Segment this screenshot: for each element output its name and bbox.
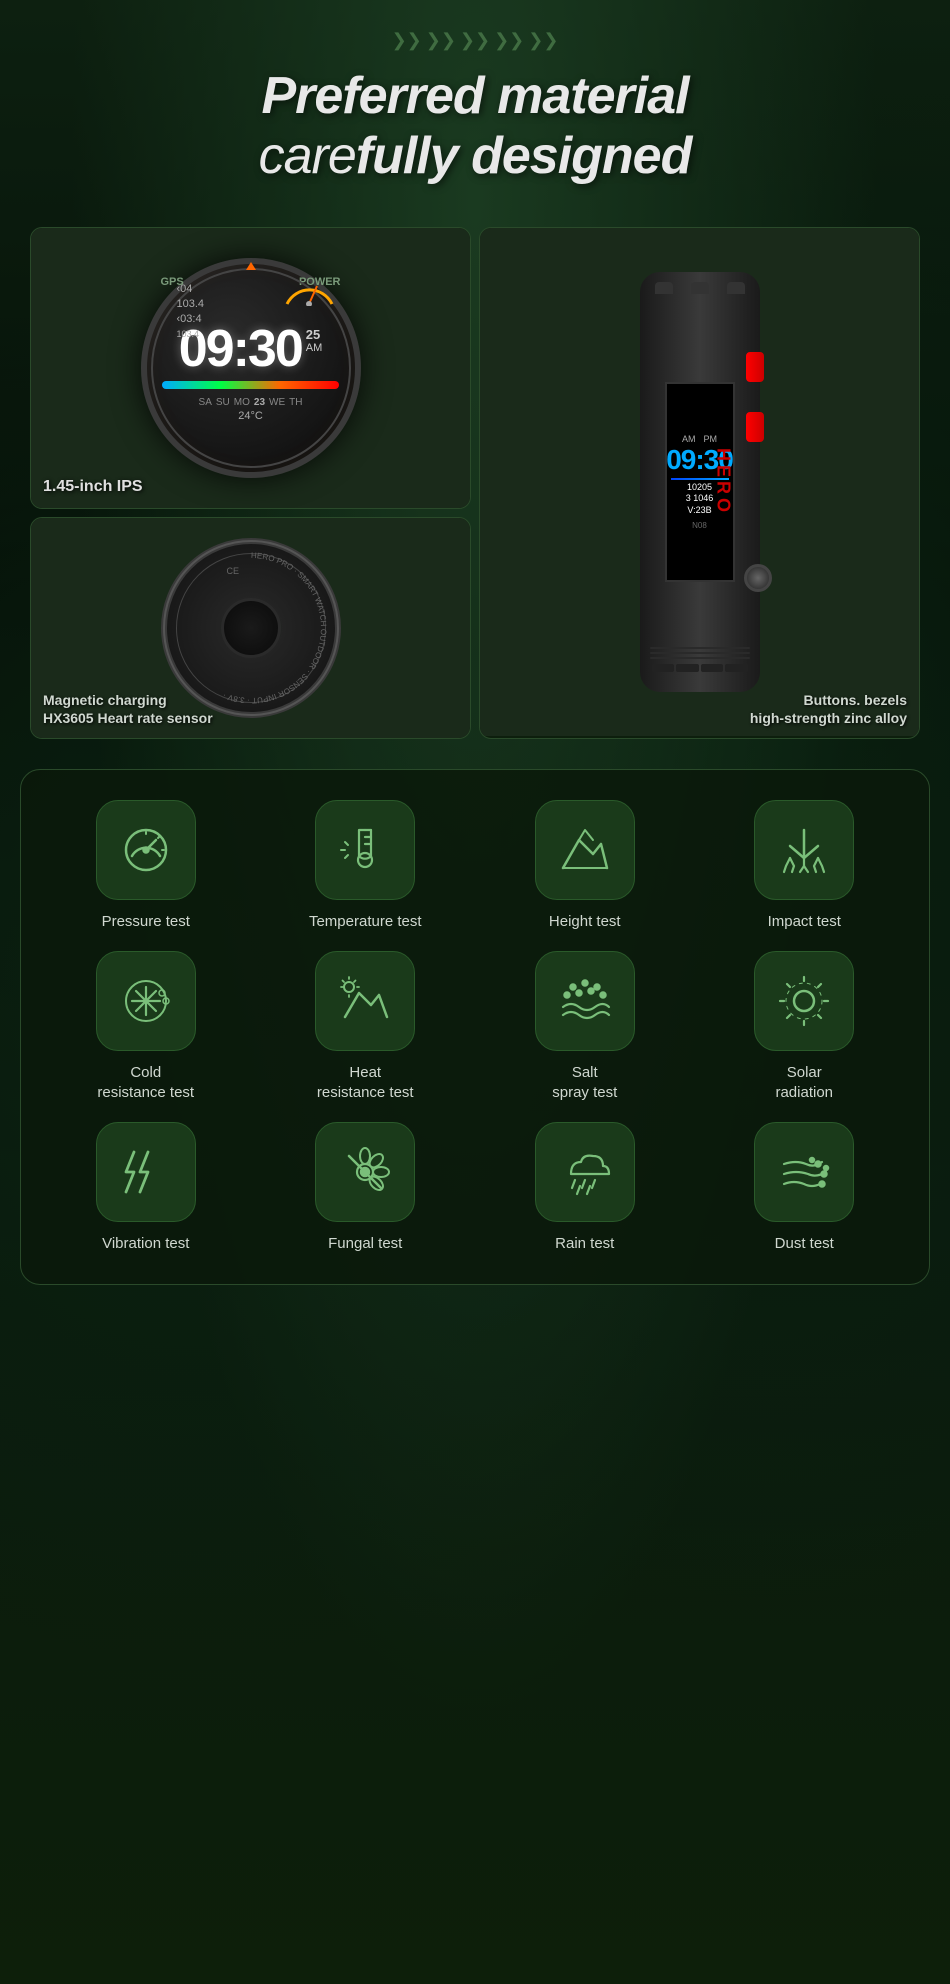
- test-item-fungal: Fungal test: [261, 1122, 471, 1254]
- fungal-icon: [337, 1144, 393, 1200]
- test-item-heat: Heatresistance test: [261, 951, 471, 1102]
- rain-icon: [557, 1144, 613, 1200]
- test-icon-impact: [754, 800, 854, 900]
- vibration-icon: [118, 1144, 174, 1200]
- test-item-solar: Solarradiation: [700, 951, 910, 1102]
- watch-card-back: HERO PRO · SMART WATCH OUTDOOR · SENSOR …: [30, 517, 471, 739]
- watch-front-label: 1.45-inch IPS: [43, 478, 143, 496]
- top-bumps: [655, 282, 745, 294]
- test-label-fungal: Fungal test: [328, 1234, 402, 1254]
- test-item-cold: Coldresistance test: [41, 951, 251, 1102]
- chevron-icon-5: ❯❯: [528, 30, 558, 51]
- speedometer-svg: [282, 276, 337, 306]
- watch-card-side: AMPM 09:30 10205 3 1046 V:23B N08: [479, 227, 920, 739]
- test-icon-pressure: [96, 800, 196, 900]
- chevron-icon-4: ❯❯: [494, 30, 524, 51]
- test-icon-temperature: [315, 800, 415, 900]
- test-label-salt: Saltspray test: [552, 1063, 617, 1102]
- title-care: care: [259, 127, 356, 185]
- dust-icon: [776, 1144, 832, 1200]
- watch-grid: GPS POWER ‹04 103.4 ‹03:4 103.4: [30, 227, 920, 739]
- chevrons-row: ❯❯ ❯❯ ❯❯ ❯❯ ❯❯: [20, 30, 930, 51]
- watch-numbers: ‹04 103.4 ‹03:4 103.4: [177, 282, 205, 341]
- test-icon-height: [535, 800, 635, 900]
- mountain-icon: [557, 822, 613, 878]
- test-item-vibration: Vibration test: [41, 1122, 251, 1254]
- sensor-lens: [221, 598, 281, 658]
- chevron-icon-3: ❯❯: [460, 30, 490, 51]
- title-line1: Preferred material: [20, 67, 930, 127]
- main-title: Preferred material carefully designed: [20, 67, 930, 187]
- test-item-dust: Dust test: [700, 1122, 910, 1254]
- impact-icon: [776, 822, 832, 878]
- test-item-height: Height test: [480, 800, 690, 932]
- test-icon-dust: [754, 1122, 854, 1222]
- test-icon-salt: [535, 951, 635, 1051]
- watch-side-image: AMPM 09:30 10205 3 1046 V:23B N08: [480, 228, 919, 736]
- hero-brand-text: HERO: [713, 448, 734, 516]
- test-icon-rain: [535, 1122, 635, 1222]
- test-label-impact: Impact test: [768, 912, 841, 932]
- header-section: ❯❯ ❯❯ ❯❯ ❯❯ ❯❯ Preferred material carefu…: [0, 0, 950, 207]
- test-label-pressure: Pressure test: [102, 912, 190, 932]
- salt-spray-icon: [557, 973, 613, 1029]
- heat-icon: [337, 973, 393, 1029]
- test-item-impact: Impact test: [700, 800, 910, 932]
- title-fully: fully designed: [356, 127, 692, 185]
- dial-knob: [744, 564, 772, 592]
- solar-icon: [776, 973, 832, 1029]
- hex-pattern: [652, 664, 748, 672]
- chevron-icon-1: ❯❯: [392, 30, 422, 51]
- test-label-temperature: Temperature test: [309, 912, 422, 932]
- watch-side-label: Buttons. bezels high-strength zinc alloy: [750, 691, 907, 727]
- test-label-heat: Heatresistance test: [317, 1063, 414, 1102]
- watch-front-image: GPS POWER ‹04 103.4 ‹03:4 103.4: [31, 228, 470, 508]
- tests-grid: Pressure test Temper: [41, 800, 909, 1254]
- test-label-vibration: Vibration test: [102, 1234, 189, 1254]
- test-item-salt: Saltspray test: [480, 951, 690, 1102]
- test-icon-solar: [754, 951, 854, 1051]
- cold-icon: [118, 973, 174, 1029]
- thermometer-icon: [337, 822, 393, 878]
- side-data: 10205 3 1046 V:23B: [686, 482, 714, 517]
- test-label-cold: Coldresistance test: [97, 1063, 194, 1102]
- watch-back-label: Magnetic charging HX3605 Heart rate sens…: [43, 691, 213, 727]
- test-item-temperature: Temperature test: [261, 800, 471, 932]
- watch-face-simulation: GPS POWER ‹04 103.4 ‹03:4 103.4: [141, 258, 361, 478]
- test-label-height: Height test: [549, 912, 621, 932]
- watch-side-simulation: AMPM 09:30 10205 3 1046 V:23B N08: [640, 272, 760, 692]
- watch-card-front: GPS POWER ‹04 103.4 ‹03:4 103.4: [30, 227, 471, 509]
- test-item-pressure: Pressure test: [41, 800, 251, 932]
- pressure-icon: [118, 822, 174, 878]
- chevron-icon-2: ❯❯: [426, 30, 456, 51]
- test-label-dust: Dust test: [775, 1234, 834, 1254]
- test-icon-heat: [315, 951, 415, 1051]
- test-icon-vibration: [96, 1122, 196, 1222]
- tests-section: Pressure test Temper: [20, 769, 930, 1285]
- test-item-rain: Rain test: [480, 1122, 690, 1254]
- test-icon-cold: [96, 951, 196, 1051]
- test-label-rain: Rain test: [555, 1234, 614, 1254]
- page-wrapper: ❯❯ ❯❯ ❯❯ ❯❯ ❯❯ Preferred material carefu…: [0, 0, 950, 1984]
- test-icon-fungal: [315, 1122, 415, 1222]
- watch-button-mid: [746, 412, 764, 442]
- watch-button-top: [746, 352, 764, 382]
- test-label-solar: Solarradiation: [775, 1063, 833, 1102]
- title-line2: carefully designed: [20, 127, 930, 187]
